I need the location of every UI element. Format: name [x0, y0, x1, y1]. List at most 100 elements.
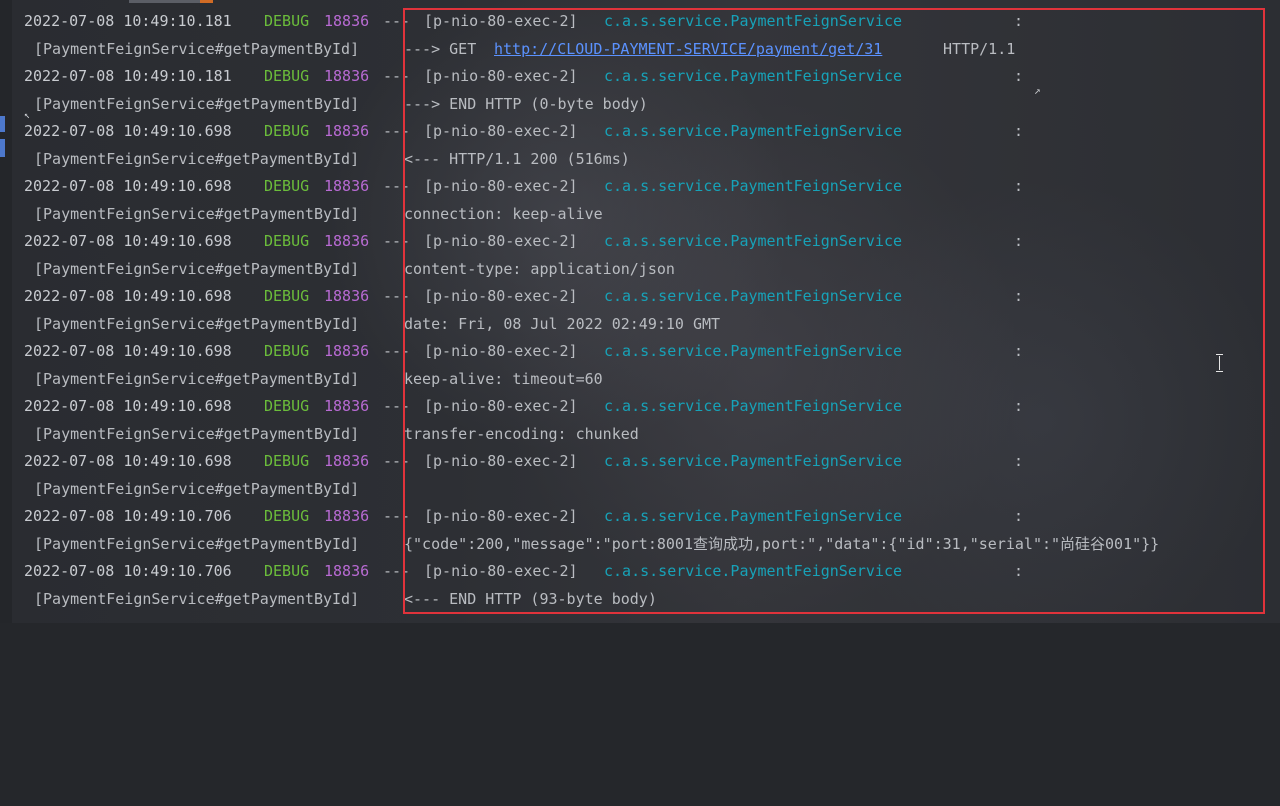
log-method: [PaymentFeignService#getPaymentById] — [34, 94, 360, 113]
log-message: transfer-encoding: chunked — [404, 424, 639, 443]
log-message-prefix: ---> GET — [404, 39, 486, 58]
log-pid: 18836 — [324, 232, 370, 250]
log-colon: : — [1014, 287, 1024, 305]
log-message-line: [PaymentFeignService#getPaymentById] ---… — [0, 91, 1280, 119]
log-header-line: 2022-07-08 10:49:10.698 DEBUG 18836 --- … — [0, 173, 1280, 201]
log-colon: : — [1014, 507, 1024, 525]
log-thread: [p-nio-80-exec-2] — [424, 397, 578, 415]
log-thread: [p-nio-80-exec-2] — [424, 12, 578, 30]
log-thread: [p-nio-80-exec-2] — [424, 562, 578, 580]
log-pid: 18836 — [324, 67, 370, 85]
log-pid: 18836 — [324, 342, 370, 360]
log-colon: : — [1014, 232, 1024, 250]
log-header-line: 2022-07-08 10:49:10.181 DEBUG 18836 --- … — [0, 63, 1280, 91]
log-header-line: 2022-07-08 10:49:10.706 DEBUG 18836 --- … — [0, 503, 1280, 531]
log-timestamp: 2022-07-08 10:49:10.698 — [24, 177, 232, 195]
log-level: DEBUG — [264, 397, 310, 415]
log-pid: 18836 — [324, 507, 370, 525]
console-log: 2022-07-08 10:49:10.181 DEBUG 18836 --- … — [0, 8, 1280, 613]
log-header-line: 2022-07-08 10:49:10.698 DEBUG 18836 --- … — [0, 338, 1280, 366]
log-separator: --- — [383, 397, 411, 415]
log-header-line: 2022-07-08 10:49:10.181 DEBUG 18836 --- … — [0, 8, 1280, 36]
log-header-line: 2022-07-08 10:49:10.706 DEBUG 18836 --- … — [0, 558, 1280, 586]
log-timestamp: 2022-07-08 10:49:10.698 — [24, 287, 232, 305]
log-logger: c.a.s.service.PaymentFeignService — [604, 12, 903, 30]
log-logger: c.a.s.service.PaymentFeignService — [604, 452, 903, 470]
log-message-line: [PaymentFeignService#getPaymentById] <--… — [0, 146, 1280, 174]
log-pid: 18836 — [324, 122, 370, 140]
cursor-arrow-icon: ↖ — [24, 110, 31, 121]
log-separator: --- — [383, 287, 411, 305]
log-message-suffix: HTTP/1.1 — [934, 39, 1016, 58]
log-colon: : — [1014, 122, 1024, 140]
log-timestamp: 2022-07-08 10:49:10.698 — [24, 342, 232, 360]
log-pid: 18836 — [324, 397, 370, 415]
log-pid: 18836 — [324, 12, 370, 30]
log-thread: [p-nio-80-exec-2] — [424, 122, 578, 140]
top-tab-accent — [129, 0, 211, 3]
log-logger: c.a.s.service.PaymentFeignService — [604, 122, 903, 140]
log-method: [PaymentFeignService#getPaymentById] — [34, 149, 360, 168]
log-message-link[interactable]: http://CLOUD-PAYMENT-SERVICE/payment/get… — [494, 36, 882, 64]
log-message-line: [PaymentFeignService#getPaymentById] dat… — [0, 311, 1280, 339]
log-message: ---> END HTTP (0-byte body) — [404, 94, 648, 113]
log-header-line: 2022-07-08 10:49:10.698 DEBUG 18836 --- … — [0, 118, 1280, 146]
log-level: DEBUG — [264, 177, 310, 195]
log-method: [PaymentFeignService#getPaymentById] — [34, 534, 360, 553]
log-method: [PaymentFeignService#getPaymentById] — [34, 204, 360, 223]
log-logger: c.a.s.service.PaymentFeignService — [604, 562, 903, 580]
edit-pointer-icon: ↗ — [1034, 84, 1041, 97]
log-header-line: 2022-07-08 10:49:10.698 DEBUG 18836 --- … — [0, 393, 1280, 421]
log-timestamp: 2022-07-08 10:49:10.698 — [24, 452, 232, 470]
log-message-line: [PaymentFeignService#getPaymentById] ---… — [0, 36, 1280, 64]
log-message: date: Fri, 08 Jul 2022 02:49:10 GMT — [404, 314, 721, 333]
log-logger: c.a.s.service.PaymentFeignService — [604, 232, 903, 250]
top-tab-accent-orange — [200, 0, 213, 3]
log-colon: : — [1014, 452, 1024, 470]
log-level: DEBUG — [264, 12, 310, 30]
log-thread: [p-nio-80-exec-2] — [424, 177, 578, 195]
log-colon: : — [1014, 67, 1024, 85]
log-timestamp: 2022-07-08 10:49:10.698 — [24, 232, 232, 250]
log-colon: : — [1014, 562, 1024, 580]
log-thread: [p-nio-80-exec-2] — [424, 287, 578, 305]
log-message: {"code":200,"message":"port:8001查询成功,por… — [404, 534, 1160, 553]
log-message: content-type: application/json — [404, 259, 675, 278]
log-level: DEBUG — [264, 507, 310, 525]
log-method: [PaymentFeignService#getPaymentById] — [34, 314, 360, 333]
log-thread: [p-nio-80-exec-2] — [424, 67, 578, 85]
log-header-line: 2022-07-08 10:49:10.698 DEBUG 18836 --- … — [0, 283, 1280, 311]
log-header-line: 2022-07-08 10:49:10.698 DEBUG 18836 --- … — [0, 448, 1280, 476]
log-message-line: [PaymentFeignService#getPaymentById] <--… — [0, 586, 1280, 614]
log-colon: : — [1014, 12, 1024, 30]
log-separator: --- — [383, 122, 411, 140]
log-thread: [p-nio-80-exec-2] — [424, 452, 578, 470]
log-separator: --- — [383, 177, 411, 195]
log-level: DEBUG — [264, 562, 310, 580]
log-message-line: [PaymentFeignService#getPaymentById] kee… — [0, 366, 1280, 394]
log-message-line: [PaymentFeignService#getPaymentById] con… — [0, 256, 1280, 284]
log-message-line: [PaymentFeignService#getPaymentById] {"c… — [0, 531, 1280, 559]
log-thread: [p-nio-80-exec-2] — [424, 507, 578, 525]
log-timestamp: 2022-07-08 10:49:10.706 — [24, 562, 232, 580]
log-pid: 18836 — [324, 287, 370, 305]
log-separator: --- — [383, 507, 411, 525]
log-timestamp: 2022-07-08 10:49:10.181 — [24, 12, 232, 30]
log-method: [PaymentFeignService#getPaymentById] — [34, 424, 360, 443]
log-logger: c.a.s.service.PaymentFeignService — [604, 287, 903, 305]
log-separator: --- — [383, 452, 411, 470]
log-timestamp: 2022-07-08 10:49:10.698 — [24, 397, 232, 415]
log-colon: : — [1014, 177, 1024, 195]
log-pid: 18836 — [324, 562, 370, 580]
log-pid: 18836 — [324, 177, 370, 195]
log-separator: --- — [383, 12, 411, 30]
log-level: DEBUG — [264, 287, 310, 305]
log-message-line: [PaymentFeignService#getPaymentById] tra… — [0, 421, 1280, 449]
log-method: [PaymentFeignService#getPaymentById] — [34, 589, 360, 608]
log-logger: c.a.s.service.PaymentFeignService — [604, 67, 903, 85]
log-method: [PaymentFeignService#getPaymentById] — [34, 369, 360, 388]
log-timestamp: 2022-07-08 10:49:10.698 — [24, 122, 232, 140]
log-method: [PaymentFeignService#getPaymentById] — [34, 479, 360, 498]
log-header-line: 2022-07-08 10:49:10.698 DEBUG 18836 --- … — [0, 228, 1280, 256]
log-message: <--- END HTTP (93-byte body) — [404, 589, 657, 608]
